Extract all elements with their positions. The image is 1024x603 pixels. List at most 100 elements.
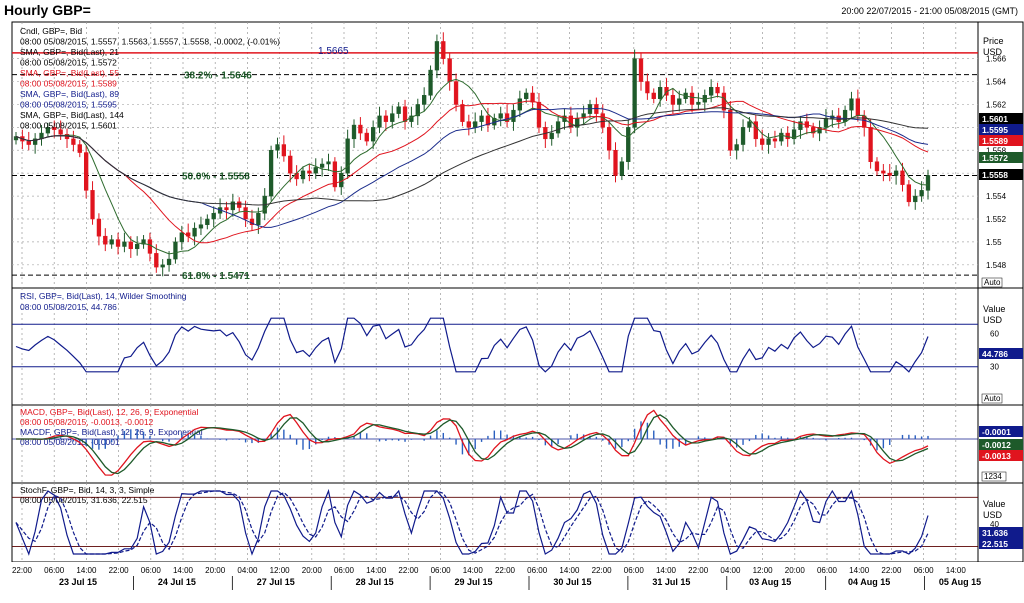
candle-body — [696, 101, 701, 105]
candle-body — [198, 224, 204, 229]
price-tick-label: 1.564 — [986, 78, 1007, 87]
x-hour-label: 06:00 — [141, 566, 162, 575]
chart-canvas[interactable]: Cndl, GBP=, Bid08:00 05/08/2015, 1.5557,… — [0, 0, 1024, 603]
candle-body — [728, 109, 733, 151]
x-hour-label: 06:00 — [527, 566, 548, 575]
price-legend-line: Cndl, GBP=, Bid — [20, 26, 82, 36]
price-legend-line: 08:00 05/08/2015, 1.5572 — [20, 58, 117, 68]
candle-body — [893, 170, 899, 176]
x-hour-label: 06:00 — [334, 566, 355, 575]
candle-body — [638, 58, 644, 82]
candle-body — [855, 98, 860, 117]
candle-body — [243, 207, 248, 220]
candle-body — [715, 87, 720, 94]
price-legend-line: SMA, GBP=, Bid(Last), 55 — [20, 68, 119, 78]
stoch-legend-line: StochF, GBP=, Bid, 14, 3, 3, Simple — [20, 485, 155, 495]
x-hour-label: 06:00 — [914, 566, 935, 575]
candle-body — [230, 201, 235, 211]
candle-body — [740, 127, 746, 145]
price-legend-line: SMA, GBP=, Bid(Last), 89 — [20, 89, 119, 99]
candle-body — [670, 95, 676, 105]
price-tick-label: 1.562 — [986, 100, 1007, 109]
candle-body — [96, 218, 102, 237]
candle-body — [383, 115, 389, 122]
candle-body — [300, 170, 306, 180]
fib-38-label: 38.2% - 1.5646 — [184, 71, 252, 82]
price-legend-line: 08:00 05/08/2015, 1.5595 — [20, 100, 117, 110]
candle-body — [154, 253, 159, 268]
x-hour-label: 14:00 — [559, 566, 580, 575]
x-day-label: 05 Aug 15 — [939, 577, 981, 587]
candle-body — [396, 106, 401, 114]
candle-body — [626, 127, 631, 162]
macd-legend-line: MACD, GBP=, Bid(Last), 12, 26, 9, Expone… — [20, 407, 198, 417]
candle-body — [549, 132, 554, 140]
candle-body — [326, 161, 331, 165]
rsi-axis-title: Value — [983, 304, 1005, 314]
candle-body — [709, 87, 714, 96]
candle-body — [90, 190, 95, 220]
x-day-label: 04 Aug 15 — [848, 577, 890, 587]
candle-body — [71, 138, 76, 145]
x-hour-label: 14:00 — [946, 566, 967, 575]
x-hour-label: 20:00 — [205, 566, 226, 575]
candle-body — [281, 144, 287, 157]
candle-body — [517, 98, 522, 111]
candle-body — [613, 150, 618, 176]
candle-body — [237, 201, 242, 208]
candle-body — [645, 81, 650, 94]
candle-body — [211, 213, 216, 220]
candle-body — [836, 115, 841, 122]
candle-body — [479, 115, 484, 122]
x-hour-label: 14:00 — [173, 566, 194, 575]
price-axis-title: Price — [983, 36, 1004, 46]
candle-body — [906, 184, 912, 203]
macd-legend-line: 08:00 05/08/2015, -0.0013, -0.0012 — [20, 417, 154, 427]
x-hour-label: 22:00 — [495, 566, 516, 575]
price-tick-label: 1.548 — [986, 261, 1007, 270]
candle-body — [900, 170, 905, 185]
price-legend-line: SMA, GBP=, Bid(Last), 144 — [20, 110, 124, 120]
candle-body — [466, 121, 471, 128]
candle-body — [524, 92, 529, 99]
x-hour-label: 14:00 — [366, 566, 387, 575]
x-day-label: 24 Jul 15 — [158, 577, 196, 587]
x-hour-label: 22:00 — [12, 566, 33, 575]
x-day-label: 31 Jul 15 — [652, 577, 690, 587]
x-hour-label: 20:00 — [302, 566, 323, 575]
macd-legend-line: MACDF, GBP=, Bid(Last), 12, 26, 9, Expon… — [20, 427, 203, 437]
candle-body — [256, 213, 261, 225]
candle-body — [84, 152, 89, 191]
candle-body — [192, 227, 197, 237]
x-hour-label: 14:00 — [849, 566, 870, 575]
candle-body — [370, 127, 376, 142]
x-hour-label: 06:00 — [431, 566, 452, 575]
candle-body — [77, 144, 82, 153]
x-hour-label: 22:00 — [592, 566, 613, 575]
candle-body — [868, 127, 873, 162]
candle-body — [874, 161, 880, 172]
candle-body — [919, 190, 924, 197]
candle-body — [511, 109, 516, 122]
candle-body — [319, 163, 325, 168]
candle-body — [147, 239, 153, 254]
x-day-label: 28 Jul 15 — [356, 577, 394, 587]
candle-body — [128, 241, 133, 250]
axis-frame-stoch — [977, 482, 1024, 563]
candle-body — [428, 69, 433, 96]
x-day-label: 27 Jul 15 — [257, 577, 295, 587]
stoch-badge-label: 22.515 — [982, 539, 1008, 549]
fib-50-label: 50.0% - 1.5558 — [182, 171, 250, 182]
candle-body — [268, 150, 274, 197]
stoch-axis-unit: USD — [983, 510, 1003, 520]
x-day-label: 29 Jul 15 — [455, 577, 493, 587]
price-badge-label: 1.5589 — [982, 136, 1008, 146]
candle-body — [555, 121, 561, 134]
price-badge-label: 1.5595 — [982, 125, 1008, 135]
x-hour-label: 06:00 — [817, 566, 838, 575]
candle-body — [677, 98, 682, 105]
candle-body — [747, 121, 752, 128]
candle-body — [358, 124, 363, 134]
candle-body — [753, 121, 758, 140]
price-badge-label: 1.5572 — [982, 153, 1008, 163]
